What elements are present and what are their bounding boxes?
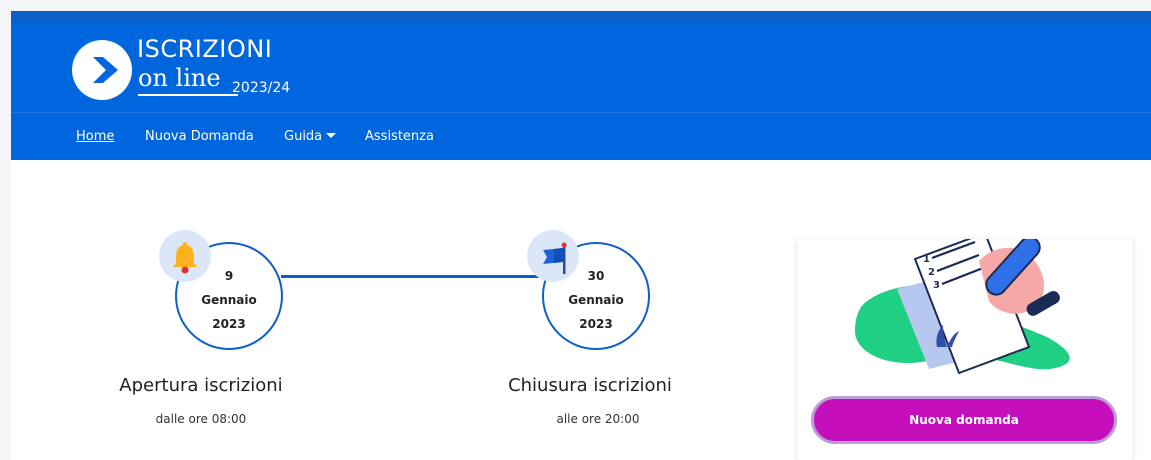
- closing-year: 2023: [579, 317, 613, 331]
- closing-title: Chiusura iscrizioni: [508, 375, 672, 396]
- page: ISCRIZIONI on line 2023/24 Home Nuova Do…: [11, 11, 1151, 460]
- nav-guida-label: Guida: [284, 129, 323, 144]
- opening-title: Apertura iscrizioni: [119, 375, 283, 396]
- svg-text:1: 1: [923, 254, 930, 265]
- flag-icon: [527, 230, 579, 282]
- new-application-button[interactable]: Nuova domanda: [811, 396, 1117, 444]
- new-application-card: 1 2 3 Nuova domanda: [797, 239, 1133, 460]
- svg-text:3: 3: [933, 280, 940, 291]
- opening-subtitle: dalle ore 08:00: [155, 412, 247, 426]
- logo-arrow-icon[interactable]: [72, 40, 132, 100]
- svg-text:2: 2: [928, 267, 935, 278]
- logo-title[interactable]: ISCRIZIONI: [137, 35, 272, 63]
- nav-home[interactable]: Home: [76, 129, 114, 145]
- checklist-illustration: 1 2 3: [855, 239, 1070, 375]
- opening-year: 2023: [212, 317, 246, 331]
- timeline-connector: [281, 275, 547, 278]
- opening-month: Gennaio: [201, 293, 257, 307]
- bell-icon: [159, 230, 211, 282]
- caret-down-icon: [326, 133, 337, 138]
- nav-guida[interactable]: Guida: [284, 129, 337, 145]
- nav-nuova-domanda[interactable]: Nuova Domanda: [145, 129, 254, 145]
- closing-subtitle: alle ore 20:00: [556, 412, 640, 426]
- nav-assistenza[interactable]: Assistenza: [365, 129, 434, 145]
- logo-subtitle[interactable]: on line: [138, 63, 221, 93]
- top-strip: [11, 11, 1151, 23]
- logo-year: 2023/24: [232, 80, 291, 96]
- closing-month: Gennaio: [568, 293, 624, 307]
- logo-underline: [138, 94, 238, 96]
